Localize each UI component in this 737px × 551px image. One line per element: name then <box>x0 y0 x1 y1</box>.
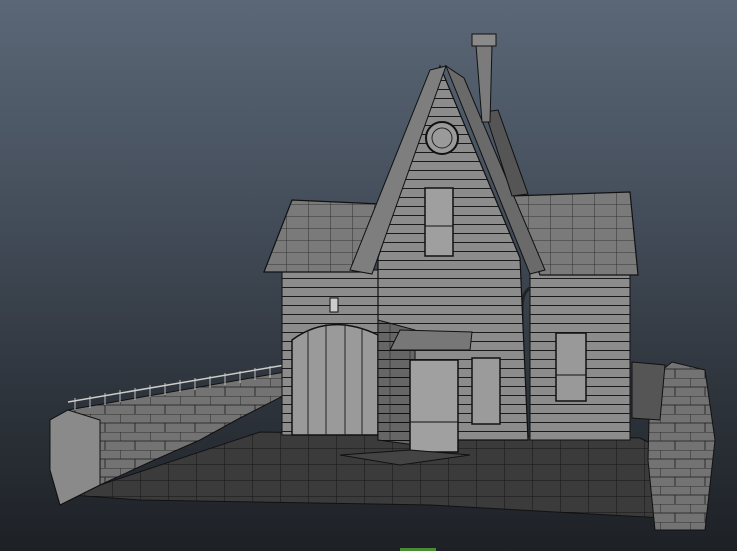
3d-viewport[interactable] <box>0 0 737 551</box>
house-model-render[interactable] <box>0 0 737 551</box>
central-tower[interactable] <box>349 64 546 453</box>
right-wing[interactable] <box>509 191 639 441</box>
